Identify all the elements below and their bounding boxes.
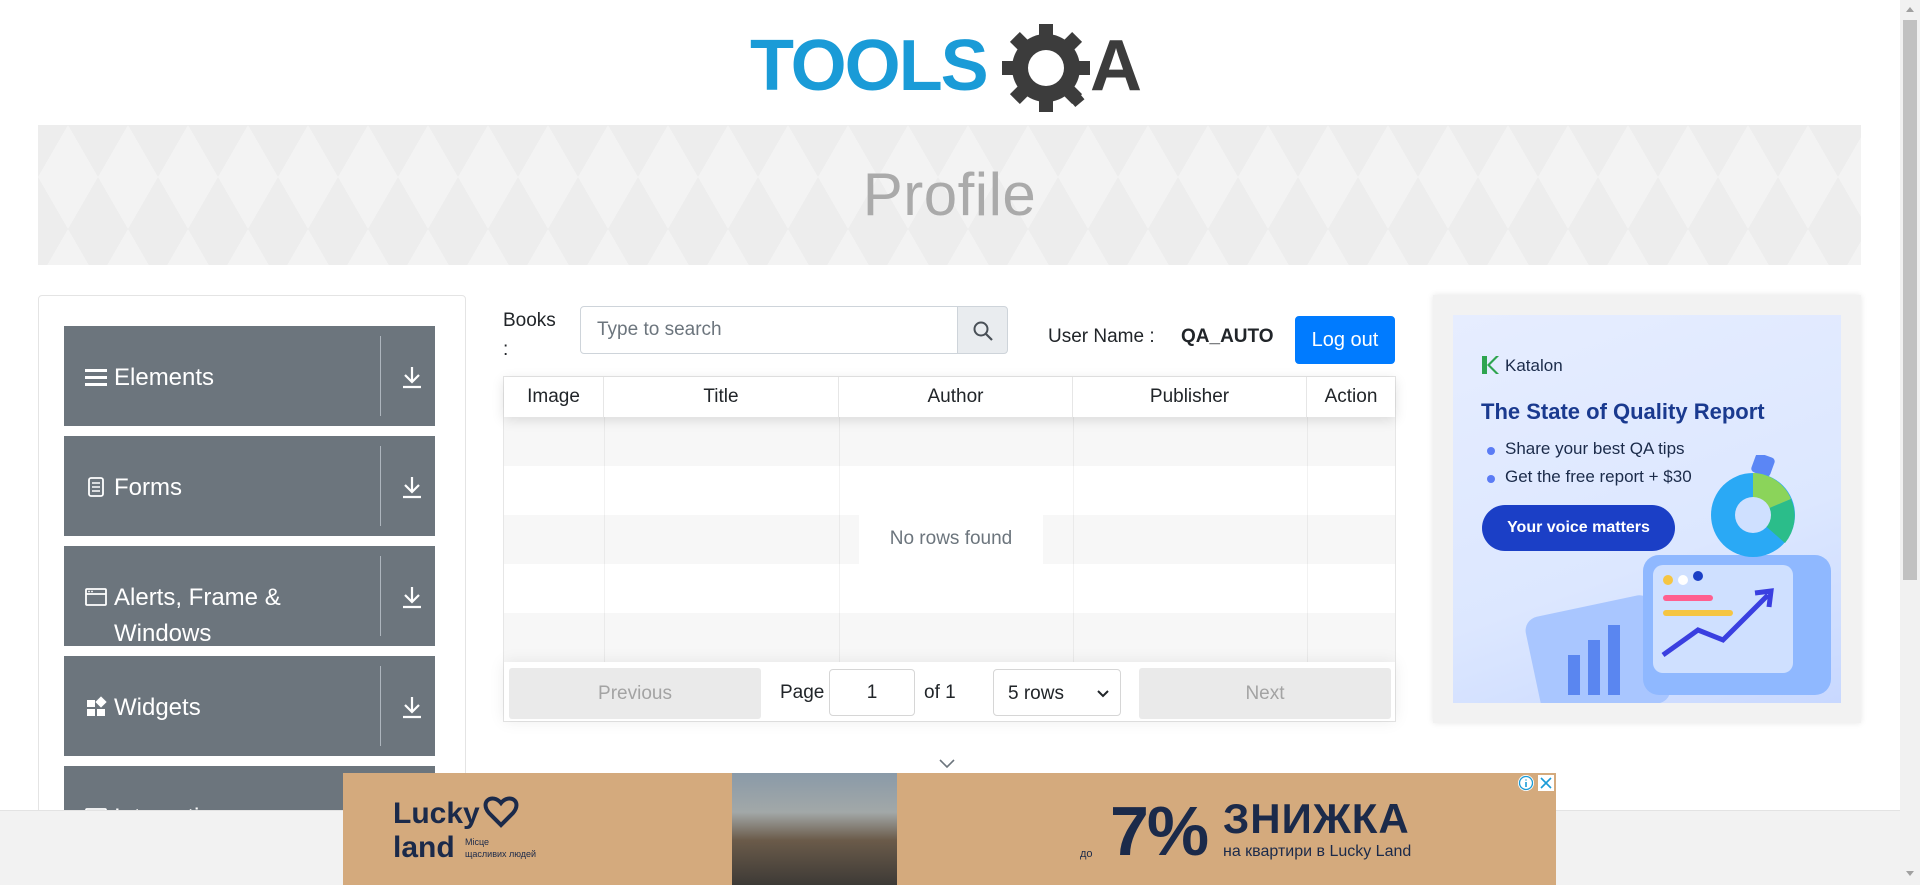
svg-text:Lucky: Lucky	[393, 797, 480, 830]
svg-text:Місце: Місце	[465, 837, 489, 847]
bullet-icon	[1487, 475, 1495, 483]
rows-per-page-select[interactable]: 5 rows	[993, 669, 1121, 716]
sidebar-group-alerts[interactable]: Alerts, Frame & Windows	[64, 546, 435, 647]
widgets-icon	[87, 696, 107, 716]
page-label: Page	[780, 682, 825, 703]
page-title: Profile	[862, 161, 1037, 228]
page: TOOLS A Profile Elements Forms Alerts, F…	[0, 0, 1920, 885]
window-icon	[85, 588, 107, 606]
svg-text:A: A	[1090, 26, 1142, 106]
books-label: Books :	[503, 310, 556, 360]
katalon-ad[interactable]: Katalon The State of Quality Report Shar…	[1433, 295, 1861, 723]
menu-icon	[85, 369, 107, 386]
divider	[380, 556, 381, 636]
sidebar-group-label: Alerts, Frame & Windows	[114, 584, 281, 647]
table-row	[504, 417, 1395, 466]
column-header-title[interactable]: Title	[604, 377, 839, 417]
sidebar-group-elements[interactable]: Elements	[64, 326, 435, 426]
scroll-up-icon[interactable]	[1905, 5, 1915, 13]
ad-subline: на квартири в Lucky Land	[1223, 843, 1412, 860]
column-header-image[interactable]: Image	[504, 377, 604, 417]
search-input[interactable]	[580, 306, 958, 354]
katalon-logo-icon	[1482, 356, 1499, 374]
svg-text:щасливих людей: щасливих людей	[465, 849, 536, 859]
vertical-scrollbar[interactable]	[1900, 0, 1920, 885]
column-header-author[interactable]: Author	[839, 377, 1073, 417]
search-box	[580, 306, 1008, 354]
sidebar-group-forms[interactable]: Forms	[64, 436, 435, 536]
search-icon	[973, 321, 993, 341]
divider	[380, 446, 381, 526]
books-table: Image Title Author Publisher Action No r…	[503, 376, 1396, 722]
ad-info-icon[interactable]	[1518, 775, 1534, 791]
ad-percent: 7%	[1110, 792, 1209, 870]
empty-table-message: No rows found	[859, 511, 1043, 567]
profile-banner: Profile	[38, 125, 1861, 265]
scroll-down-icon[interactable]	[1905, 870, 1915, 878]
lucky-land-ad[interactable]: Lucky land Місце щасливих людей до 7% ЗН…	[343, 773, 1556, 885]
page-number-input[interactable]	[829, 669, 915, 716]
pagination-bar: Previous Page of 1 5 rows Next	[504, 662, 1395, 721]
ad-headline: ЗНИЖКА	[1223, 795, 1410, 842]
rows-per-page-value: 5 rows	[1008, 683, 1064, 704]
page-total-label: of 1	[924, 682, 956, 703]
toolsqa-logo[interactable]: TOOLS A	[750, 18, 1155, 116]
download-icon[interactable]	[400, 364, 424, 390]
sidebar-group-label: Forms	[114, 474, 182, 501]
column-header-publisher[interactable]: Publisher	[1073, 377, 1307, 417]
document-icon	[88, 477, 104, 497]
chevron-down-icon[interactable]	[937, 758, 957, 770]
column-divider	[604, 417, 605, 662]
ad-brand: Katalon	[1505, 356, 1563, 375]
svg-text:TOOLS: TOOLS	[750, 26, 987, 106]
download-icon[interactable]	[400, 584, 424, 610]
chevron-down-icon	[1097, 690, 1109, 698]
bullet-icon	[1487, 447, 1495, 455]
table-row	[504, 466, 1395, 515]
next-button[interactable]: Next	[1139, 668, 1391, 719]
column-divider	[1307, 417, 1308, 662]
column-header-action[interactable]: Action	[1307, 377, 1395, 417]
ad-prefix: до	[1080, 848, 1093, 860]
building-photo	[732, 773, 897, 885]
column-divider	[839, 417, 840, 662]
divider	[380, 336, 381, 416]
table-row	[504, 613, 1395, 662]
logout-button[interactable]: Log out	[1295, 316, 1395, 364]
download-icon[interactable]	[400, 694, 424, 720]
report-illustration	[1525, 455, 1831, 703]
divider	[380, 666, 381, 746]
user-name-label: User Name :	[1048, 326, 1155, 347]
user-name-value: QA_AUTO	[1181, 326, 1274, 347]
svg-text:land: land	[393, 831, 455, 864]
table-row	[504, 564, 1395, 613]
ad-content: Katalon The State of Quality Report Shar…	[1453, 315, 1841, 703]
column-divider	[1073, 417, 1074, 662]
search-button[interactable]	[957, 306, 1008, 354]
table-header: Image Title Author Publisher Action	[504, 377, 1395, 417]
sidebar-group-label: Elements	[114, 364, 215, 391]
scrollbar-thumb[interactable]	[1903, 20, 1917, 580]
close-icon[interactable]	[1538, 775, 1554, 791]
ad-title: The State of Quality Report	[1481, 399, 1765, 424]
sidebar-group-widgets[interactable]: Widgets	[64, 656, 435, 756]
previous-button[interactable]: Previous	[509, 668, 761, 719]
download-icon[interactable]	[400, 474, 424, 500]
sidebar-group-label: Widgets	[114, 694, 201, 721]
lucky-land-logo: Lucky land Місце щасливих людей	[393, 796, 536, 864]
